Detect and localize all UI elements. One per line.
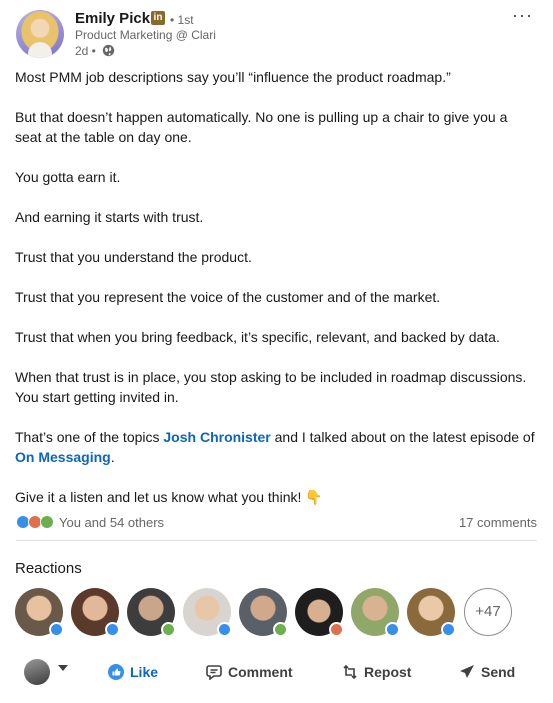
reactor-avatar[interactable] (127, 588, 176, 637)
reactor-avatar[interactable] (407, 588, 456, 637)
linkedin-premium-icon: in (151, 11, 165, 25)
like-badge-icon (385, 622, 400, 637)
chevron-down-icon[interactable] (58, 665, 68, 671)
post-header: Emily Pick in • 1st Product Marketing @ … (16, 6, 537, 62)
comment-button[interactable]: Comment (206, 655, 293, 689)
globe-icon (102, 44, 115, 57)
send-label: Send (481, 664, 516, 680)
send-button[interactable]: Send (459, 655, 515, 689)
like-icon (108, 664, 124, 680)
post-paragraph: When that trust is in place, you stop as… (15, 369, 527, 405)
reaction-icons[interactable] (16, 515, 58, 529)
repost-label: Repost (364, 664, 412, 680)
author-avatar[interactable] (16, 10, 64, 58)
post-paragraph: Give it a listen and let us know what yo… (15, 489, 323, 505)
author-name[interactable]: Emily Pick (75, 10, 150, 27)
post-paragraph-mentions: That’s one of the topics Josh Chronister… (15, 427, 535, 467)
more-reactors-button[interactable]: +47 (464, 588, 512, 636)
post-paragraph: You gotta earn it. (15, 169, 121, 185)
divider (16, 540, 537, 541)
like-badge-icon (441, 622, 456, 637)
reactor-avatars: +47 (15, 588, 515, 638)
support-badge-icon (273, 622, 288, 637)
post-paragraph: Trust that when you bring feedback, it’s… (15, 329, 500, 345)
post-time: 2d • (75, 44, 96, 58)
author-headline: Product Marketing @ Clari (75, 28, 216, 42)
reactor-avatar[interactable] (351, 588, 400, 637)
reactions-title: Reactions (15, 560, 82, 577)
more-icon[interactable]: ··· (512, 6, 533, 24)
reactors-count[interactable]: You and 54 others (59, 515, 164, 530)
reactor-avatar[interactable] (183, 588, 232, 637)
action-bar: Like Comment Repost Send (16, 655, 537, 689)
mention-link[interactable]: Josh Chronister (163, 429, 270, 445)
love-badge-icon (329, 622, 344, 637)
reactor-avatar[interactable] (239, 588, 288, 637)
social-counts: You and 54 others 17 comments (16, 512, 537, 532)
send-icon (460, 665, 474, 678)
actor-avatar[interactable] (24, 659, 50, 685)
post-paragraph: Trust that you represent the voice of th… (15, 289, 441, 305)
reactor-avatar[interactable] (295, 588, 344, 637)
post-paragraph: Most PMM job descriptions say you’ll “in… (15, 69, 451, 85)
like-label: Like (130, 664, 159, 680)
repost-button[interactable]: Repost (342, 655, 411, 689)
text-fragment: That’s one of the topics (15, 429, 164, 445)
support-reaction-icon (40, 515, 54, 529)
comment-icon (206, 665, 222, 680)
reactor-avatar[interactable] (71, 588, 120, 637)
post-paragraph: And earning it starts with trust. (15, 209, 204, 225)
like-button[interactable]: Like (108, 655, 158, 689)
reactor-avatar[interactable] (15, 588, 64, 637)
post-paragraph: Trust that you understand the product. (15, 249, 252, 265)
text-fragment: . (110, 449, 115, 465)
support-badge-icon (161, 622, 176, 637)
like-badge-icon (49, 622, 64, 637)
comment-label: Comment (228, 664, 293, 680)
post-paragraph: But that doesn’t happen automatically. N… (15, 109, 508, 145)
comments-count[interactable]: 17 comments (459, 515, 537, 530)
like-badge-icon (105, 622, 120, 637)
connection-degree: • 1st (170, 13, 194, 27)
mention-link[interactable]: On Messaging (15, 449, 111, 465)
post-body: Most PMM job descriptions say you’ll “in… (15, 67, 535, 527)
repost-icon (343, 664, 357, 680)
text-fragment: and I talked about on the latest episode… (270, 429, 535, 445)
like-badge-icon (217, 622, 232, 637)
